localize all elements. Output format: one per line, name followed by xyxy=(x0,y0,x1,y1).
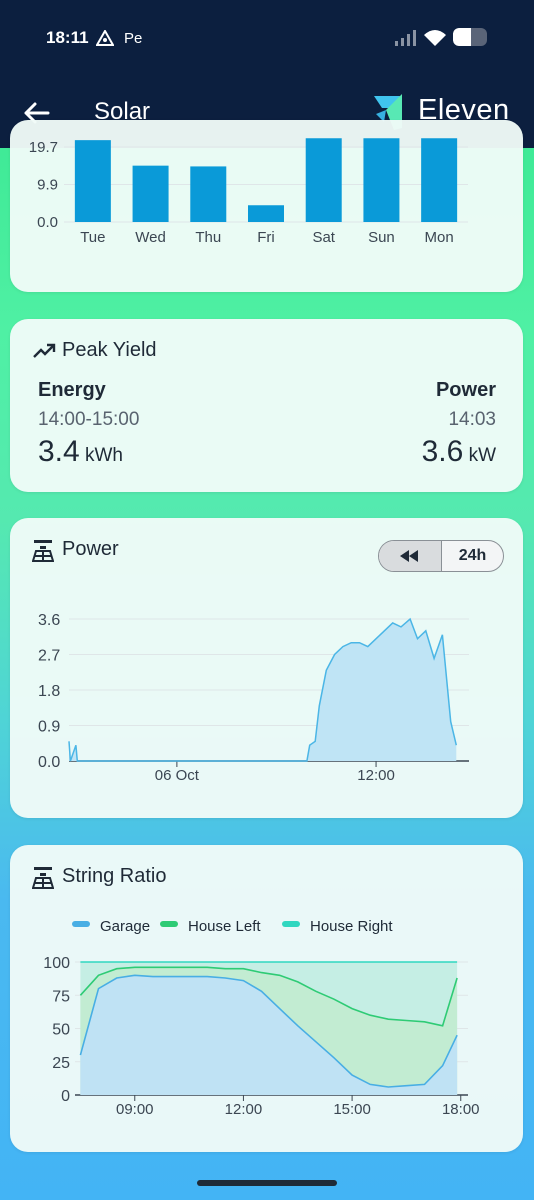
ratio-y-tick-label: 50 xyxy=(52,1022,70,1039)
bar-mon xyxy=(421,138,458,222)
bar-sat xyxy=(305,138,342,222)
status-time: 18:11 xyxy=(46,28,89,47)
power-time: 14:03 xyxy=(448,409,496,430)
weekly-yield-bar-chart: 19.7 9.9 0.0 Tue Wed Thu Fri Sat Sun Mon xyxy=(29,138,468,246)
energy-value: 3.4 kWh xyxy=(38,435,123,469)
power-value-number: 3.6 xyxy=(421,435,464,468)
status-carrier: Pe xyxy=(124,30,143,47)
signal-icon xyxy=(395,30,416,46)
status-bar: 18:11 Pe xyxy=(0,0,534,80)
peak-yield-card: Peak Yield Energy 14:00-15:00 3.4 kWh Po… xyxy=(10,319,523,492)
energy-time: 14:00-15:00 xyxy=(38,409,140,430)
string-ratio-chart: Garage House Left House Right 100 75 50 25 0 09:… xyxy=(43,918,480,1118)
bar-y-tick-label: 9.9 xyxy=(37,177,58,194)
power-label: Power xyxy=(435,379,496,401)
power-y-tick-label: 2.7 xyxy=(38,648,60,665)
power-unit: kW xyxy=(468,445,496,466)
bar-thu xyxy=(190,166,227,222)
power-y-tick-label: 3.6 xyxy=(38,612,60,629)
ratio-x-tick-label: 18:00 xyxy=(442,1101,480,1118)
string-ratio-card: String Ratio Garage House Left House Right… xyxy=(10,845,523,1152)
ratio-y-tick-label: 25 xyxy=(52,1055,70,1072)
bar-x-label: Thu xyxy=(195,229,221,246)
bar-x-label: Sun xyxy=(368,229,395,246)
legend-swatch-house-right xyxy=(282,921,300,927)
power-y-tick-label: 1.8 xyxy=(38,683,60,700)
energy-label: Energy xyxy=(38,379,106,401)
legend-label: House Right xyxy=(310,918,393,935)
navigation-triangle-icon xyxy=(96,30,114,46)
ratio-x-tick-label: 12:00 xyxy=(225,1101,263,1118)
bar-x-label: Sat xyxy=(312,229,335,246)
power-x-tick-label: 12:00 xyxy=(357,767,395,784)
ratio-y-tick-label: 100 xyxy=(43,955,70,972)
weekly-yield-card: 19.7 9.9 0.0 Tue Wed Thu Fri Sat Sun Mon xyxy=(10,120,523,292)
bar-x-label: Fri xyxy=(257,229,275,246)
bar-wed xyxy=(132,165,169,222)
home-indicator[interactable] xyxy=(197,1180,337,1186)
ratio-x-tick-label: 15:00 xyxy=(333,1101,371,1118)
energy-unit: kWh xyxy=(85,445,123,466)
bar-x-label: Wed xyxy=(135,229,166,246)
bar-y-tick-label: 19.7 xyxy=(29,139,58,156)
bar-x-label: Mon xyxy=(425,229,454,246)
power-value: 3.6 kW xyxy=(422,435,496,469)
power-card: Power 24h 3.6 2.7 1.8 0.9 0.0 06 Oct 12:00 xyxy=(10,518,523,818)
bar-tue xyxy=(74,140,111,222)
power-area-chart: 3.6 2.7 1.8 0.9 0.0 06 Oct 12:00 xyxy=(38,612,469,784)
bar-sun xyxy=(363,138,400,222)
trending-up-icon xyxy=(33,343,56,358)
power-x-tick-label: 06 Oct xyxy=(155,767,200,784)
ratio-y-tick-label: 0 xyxy=(61,1088,70,1105)
bar-fri xyxy=(248,205,284,222)
legend-label: House Left xyxy=(188,918,261,935)
energy-value-number: 3.4 xyxy=(38,435,80,468)
bar-x-label: Tue xyxy=(80,229,105,246)
ratio-y-tick-label: 75 xyxy=(52,988,70,1005)
peak-yield-title: Peak Yield xyxy=(62,339,157,361)
wifi-icon xyxy=(424,30,446,46)
ratio-x-tick-label: 09:00 xyxy=(116,1101,154,1118)
battery-icon xyxy=(453,28,487,46)
power-y-tick-label: 0.9 xyxy=(38,719,60,736)
bar-y-tick-label: 0.0 xyxy=(37,214,58,231)
legend-label: Garage xyxy=(100,918,150,935)
legend-swatch-garage xyxy=(72,921,90,927)
power-y-tick-label: 0.0 xyxy=(38,754,60,771)
legend-swatch-house-left xyxy=(160,921,178,927)
